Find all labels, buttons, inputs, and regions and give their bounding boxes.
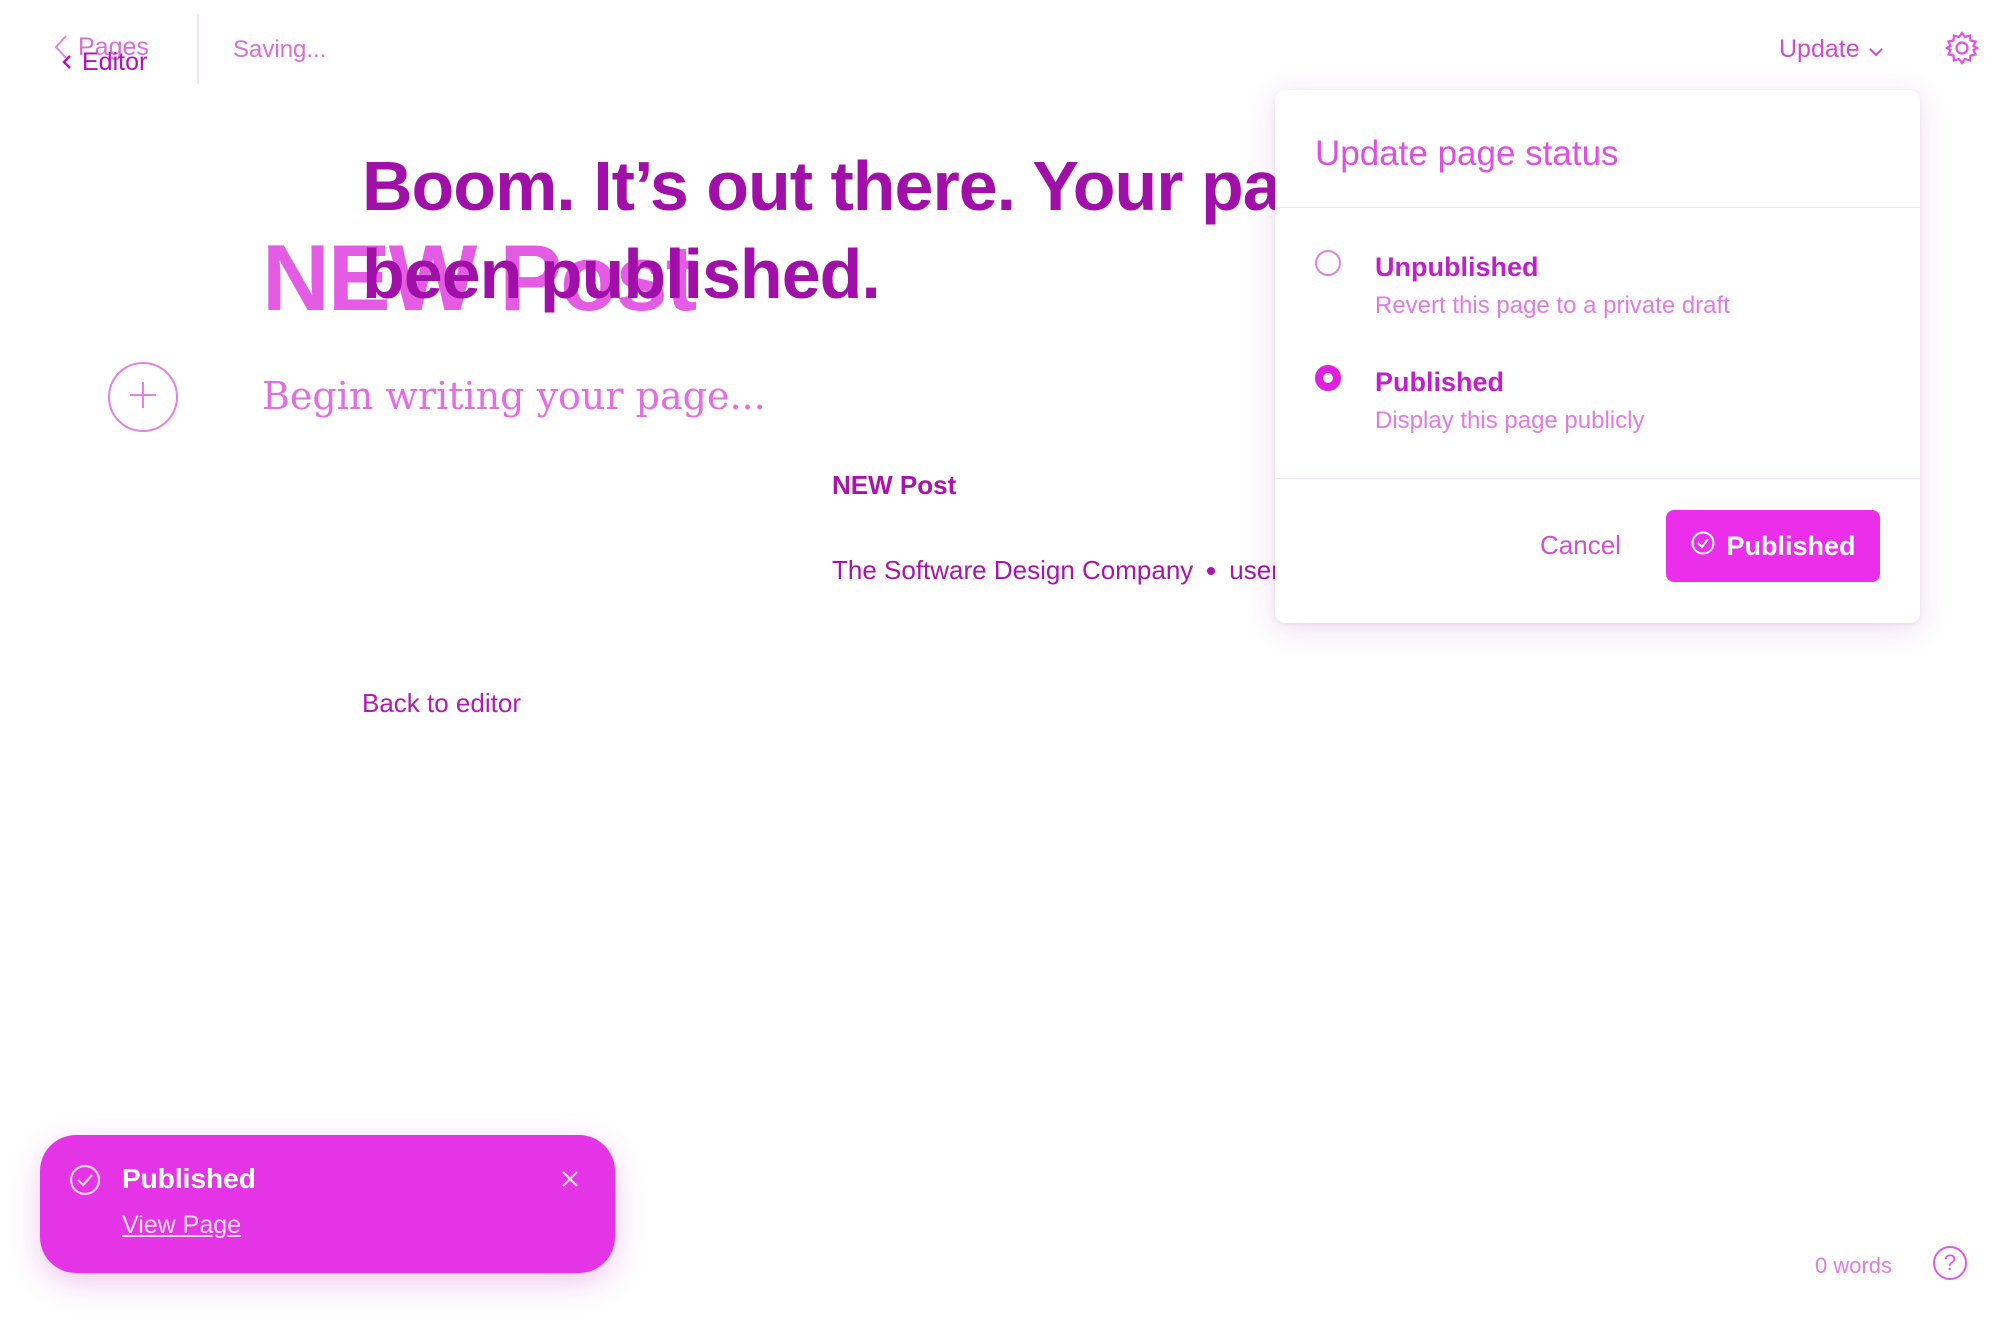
popover-divider-bottom: [1275, 478, 1920, 479]
plus-icon: [128, 380, 158, 415]
popover-divider-top: [1275, 207, 1920, 208]
author-name: user: [1229, 555, 1280, 585]
published-post-title: NEW Post: [832, 470, 957, 500]
update-label: Update: [1779, 35, 1860, 63]
cancel-button[interactable]: Cancel: [1540, 530, 1621, 561]
word-count: 0 words: [1815, 1253, 1893, 1278]
option-label: Published: [1375, 367, 1505, 397]
separator-dot: [1207, 566, 1216, 575]
body-placeholder[interactable]: Begin writing your page...: [262, 374, 766, 418]
chevron-down-icon: [1868, 35, 1884, 64]
check-circle-icon: [1690, 530, 1716, 563]
help-icon[interactable]: ?: [1933, 1246, 1967, 1280]
status-popover: Update page status Unpublished Revert th…: [1275, 90, 1920, 623]
published-toast: Published View Page: [40, 1135, 615, 1273]
confirm-published-button[interactable]: Published: [1666, 510, 1880, 582]
chevron-left-small-icon: [62, 50, 72, 75]
post-meta: The Software Design Company user: [832, 555, 1280, 586]
back-to-editor-link[interactable]: Back to editor: [362, 688, 521, 719]
option-description: Revert this page to a private draft: [1375, 292, 1730, 319]
option-unpublished[interactable]: Unpublished Revert this page to a privat…: [1315, 250, 1875, 330]
back-to-editor-crumb[interactable]: Editor: [62, 50, 147, 75]
option-description: Display this page publicly: [1375, 407, 1645, 434]
breadcrumb-editor: Editor: [82, 48, 148, 76]
toolbar-divider: [197, 14, 199, 84]
company-name: The Software Design Company: [832, 555, 1194, 585]
check-circle-icon: [68, 1163, 102, 1202]
add-card-button[interactable]: [108, 362, 178, 432]
close-icon[interactable]: [560, 1169, 580, 1194]
radio-unpublished[interactable]: [1315, 250, 1341, 276]
radio-published[interactable]: [1315, 365, 1341, 391]
save-status: Saving...: [233, 36, 327, 63]
confirm-label: Published: [1726, 530, 1856, 561]
update-button[interactable]: Update: [1779, 35, 1884, 64]
option-published[interactable]: Published Display this page publicly: [1315, 365, 1875, 445]
option-label: Unpublished: [1375, 252, 1539, 282]
gear-icon[interactable]: [1944, 30, 1980, 71]
popover-title: Update page status: [1315, 134, 1619, 173]
view-page-link[interactable]: View Page: [122, 1211, 241, 1240]
toast-title: Published: [122, 1163, 256, 1194]
